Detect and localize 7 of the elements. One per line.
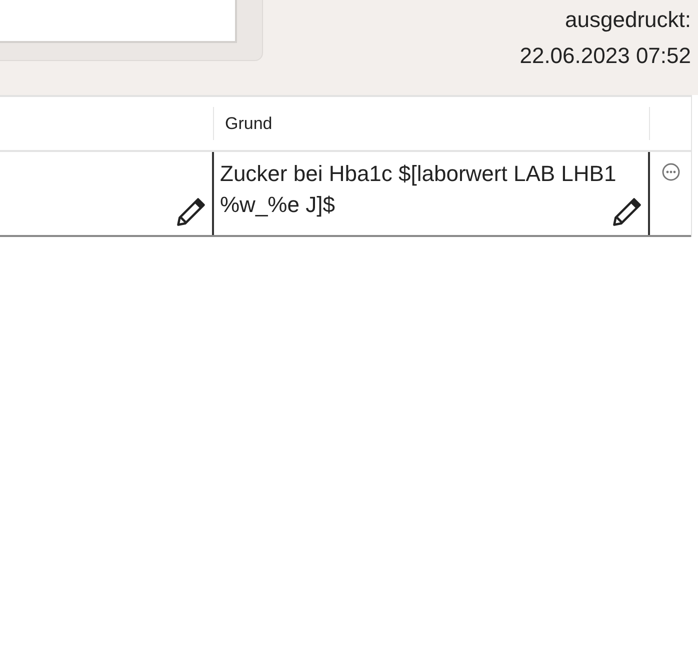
print-label: ausgedruckt: <box>565 6 691 34</box>
pencil-icon[interactable] <box>174 195 208 229</box>
print-timestamp: 22.06.2023 07:52 <box>520 42 691 70</box>
column-header[interactable]: Grund <box>225 110 272 136</box>
table-cell: Zucker bei Hba1c $[laborwert LAB LHB1 %w_%e J]$ <box>214 152 650 235</box>
pencil-icon[interactable] <box>610 195 644 229</box>
more-icon[interactable] <box>660 162 680 182</box>
